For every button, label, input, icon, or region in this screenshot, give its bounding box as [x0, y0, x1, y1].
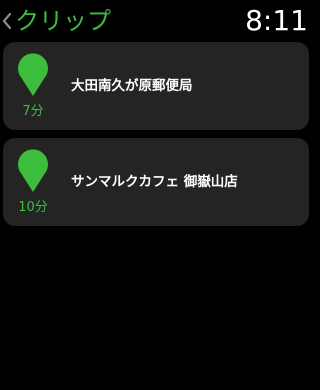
clip-item[interactable]: 7分 大田南久が原郵便局 — [3, 42, 309, 130]
clock-time: 8:11 — [245, 4, 308, 37]
back-button[interactable]: クリップ — [2, 6, 111, 36]
map-pin-icon — [17, 51, 49, 97]
clip-item[interactable]: 10分 サンマルクカフェ 御嶽山店 — [3, 138, 309, 226]
header-bar: クリップ 8:11 — [0, 0, 312, 40]
place-name: サンマルクカフェ 御嶽山店 — [71, 174, 238, 190]
page-title: クリップ — [15, 7, 111, 35]
travel-time: 7分 — [22, 104, 44, 119]
travel-time: 10分 — [18, 200, 48, 215]
map-pin-icon — [17, 147, 49, 193]
place-name: 大田南久が原郵便局 — [71, 78, 193, 94]
chevron-left-icon — [2, 12, 12, 30]
